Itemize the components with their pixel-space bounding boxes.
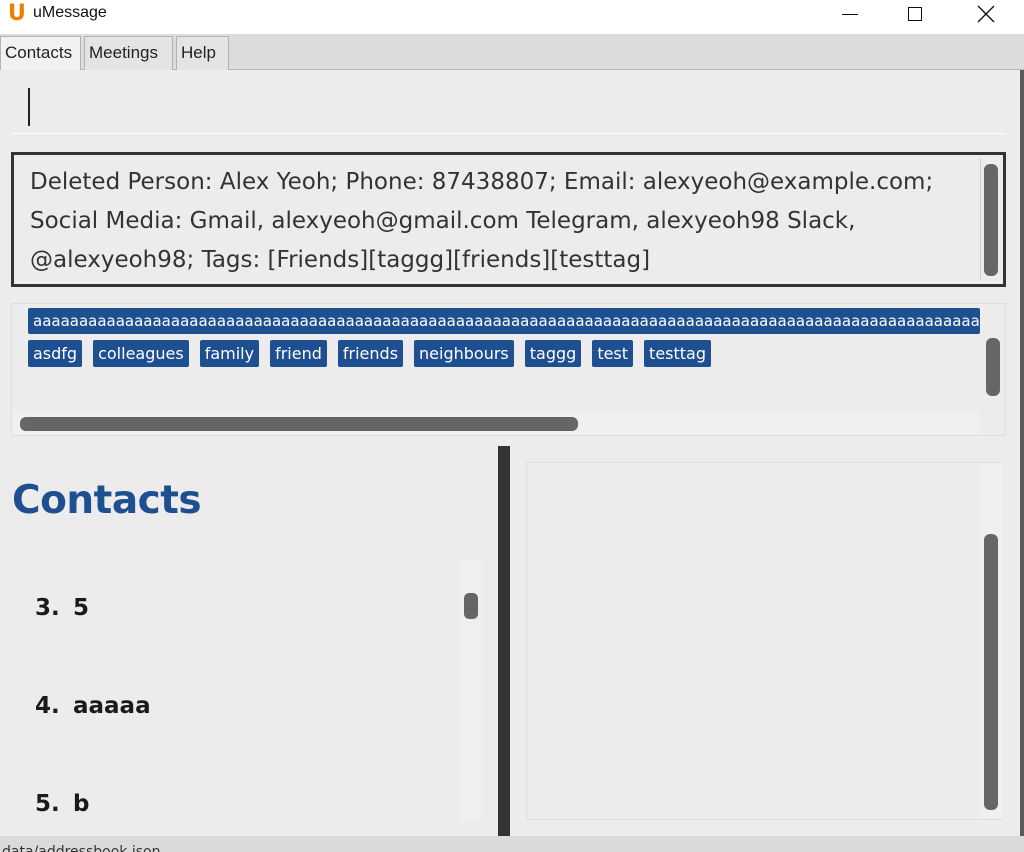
detail-scroll-thumb[interactable]: [984, 534, 998, 810]
title-bar: U uMessage: [0, 0, 1024, 34]
command-input[interactable]: [32, 86, 992, 126]
tab-help[interactable]: Help: [176, 36, 229, 70]
tag-chip[interactable]: asdfg: [28, 340, 83, 367]
contact-list-scroll-thumb[interactable]: [464, 593, 478, 619]
tag-vertical-scroll-thumb[interactable]: [986, 338, 1000, 396]
status-file-path: data/addressbook.json: [2, 844, 161, 852]
contact-name: 5: [73, 595, 90, 621]
tag-chip[interactable]: colleagues: [93, 340, 189, 367]
tag-horizontal-scroll-thumb[interactable]: [20, 417, 578, 431]
maximize-button[interactable]: [885, 0, 945, 28]
status-bar: data/addressbook.json: [0, 836, 1024, 852]
contacts-heading: Contacts: [12, 478, 202, 523]
minimize-button[interactable]: [820, 0, 880, 28]
tag-chip[interactable]: family: [199, 340, 260, 367]
tag-chip[interactable]: aaaaaaaaaaaaaaaaaaaaaaaaaaaaaaaaaaaaaaaa…: [28, 308, 980, 334]
list-item[interactable]: 3. 5: [35, 595, 89, 621]
contact-list: 3. 5 4. aaaaa 5. b: [0, 560, 460, 835]
minimize-icon: [842, 13, 858, 15]
tab-bar: Contacts Meetings Help: [0, 34, 1024, 70]
tag-chip[interactable]: friends: [337, 340, 404, 367]
list-item[interactable]: 5. b: [35, 791, 89, 817]
contact-name: b: [73, 791, 90, 817]
close-button[interactable]: [956, 0, 1016, 28]
tab-meetings[interactable]: Meetings: [84, 36, 173, 70]
tag-chip[interactable]: neighbours: [414, 340, 514, 367]
result-scroll-thumb[interactable]: [984, 164, 998, 276]
tag-horizontal-scrollbar[interactable]: [12, 412, 980, 435]
list-item[interactable]: 4. aaaaa: [35, 693, 151, 719]
tab-contacts[interactable]: Contacts: [0, 36, 81, 70]
tag-panel: aaaaaaaaaaaaaaaaaaaaaaaaaaaaaaaaaaaaaaaa…: [11, 303, 1006, 436]
result-message: Deleted Person: Alex Yeoh; Phone: 874388…: [30, 169, 934, 273]
umessage-logo-icon: U: [8, 1, 26, 26]
tag-list: asdfg colleagues family friend friends n…: [28, 340, 712, 367]
tag-chip[interactable]: friend: [270, 340, 327, 367]
command-box: [12, 78, 1006, 134]
tag-chip[interactable]: testtag: [644, 340, 712, 367]
split-pane-divider[interactable]: [498, 446, 510, 840]
text-caret: [28, 88, 30, 126]
window-title: uMessage: [33, 4, 107, 21]
result-scrollbar[interactable]: [980, 158, 1000, 280]
close-icon: [977, 5, 995, 23]
tag-chip[interactable]: taggg: [524, 340, 582, 367]
contact-detail-panel: [526, 462, 1003, 820]
contact-name: aaaaa: [73, 693, 151, 719]
tag-chip[interactable]: test: [592, 340, 634, 367]
contact-list-scrollbar[interactable]: [460, 560, 482, 822]
maximize-icon: [908, 7, 922, 21]
result-display: Deleted Person: Alex Yeoh; Phone: 874388…: [11, 152, 1006, 287]
contact-index: 5.: [35, 791, 60, 817]
tag-vertical-scrollbar[interactable]: [980, 304, 1005, 412]
window-edge: [1020, 70, 1024, 840]
contact-index: 3.: [35, 595, 60, 621]
detail-scrollbar[interactable]: [979, 463, 1003, 819]
contact-index: 4.: [35, 693, 60, 719]
